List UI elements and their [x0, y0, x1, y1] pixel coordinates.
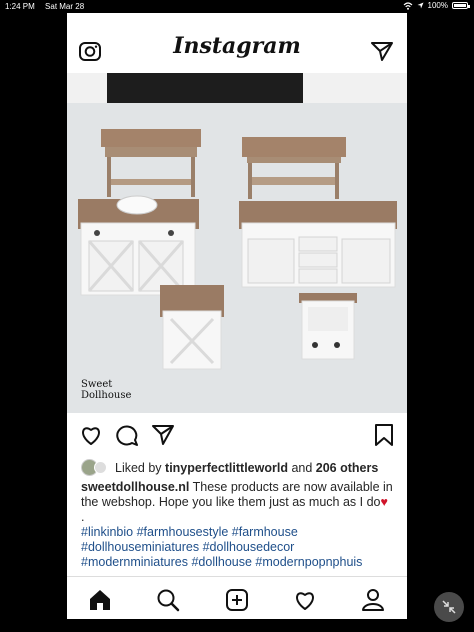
- watermark-line-1: Sweet: [81, 379, 113, 390]
- instagram-post-card: Instagram Sweet Dollhouse Liked by tinyp…: [67, 13, 407, 619]
- status-time: 1:24 PM: [5, 2, 35, 11]
- add-post-icon[interactable]: [225, 588, 249, 612]
- post-caption: sweetdollhouse.nl These products are now…: [81, 480, 399, 570]
- battery-percent: 100%: [427, 1, 448, 10]
- post-actions: [67, 423, 407, 447]
- status-bar: 1:24 PM Sat Mar 28 100%: [0, 0, 474, 13]
- activity-heart-icon[interactable]: [293, 588, 317, 612]
- battery-icon: [452, 2, 470, 9]
- caption-dot: .: [81, 510, 85, 524]
- bottom-tab-bar: [67, 576, 407, 619]
- dollhouse-furniture-photo: [67, 73, 407, 413]
- photo-watermark: Sweet Dollhouse: [81, 379, 131, 401]
- instagram-logo[interactable]: Instagram: [67, 33, 407, 59]
- hashtags-line-2[interactable]: #dollhouseminiatures #dollhousedecor: [81, 540, 399, 555]
- liked-by-user[interactable]: tinyperfectlittleworld: [165, 461, 288, 475]
- share-icon[interactable]: [151, 423, 175, 447]
- heart-emoji: ♥: [380, 495, 388, 509]
- likes-count[interactable]: 206 others: [316, 461, 379, 475]
- watermark-line-2: Dollhouse: [81, 390, 132, 401]
- comment-icon[interactable]: [115, 423, 139, 447]
- status-date: Sat Mar 28: [45, 2, 85, 11]
- likes-line: Liked by tinyperfectlittleworld and 206 …: [81, 459, 378, 476]
- bookmark-icon[interactable]: [372, 423, 396, 447]
- collapse-arrows-icon: [442, 600, 456, 614]
- app-header: Instagram: [67, 13, 407, 73]
- wifi-icon: [403, 1, 412, 10]
- search-icon[interactable]: [156, 588, 180, 612]
- collapse-zoom-button[interactable]: [434, 592, 464, 622]
- liked-by-prefix: Liked by: [115, 460, 166, 475]
- direct-message-icon[interactable]: [370, 39, 394, 63]
- liker-avatar-secondary: [94, 461, 107, 474]
- liked-by-middle: and: [287, 460, 316, 475]
- location-icon: [417, 2, 424, 9]
- caption-username[interactable]: sweetdollhouse.nl: [81, 480, 189, 494]
- hashtags-line-1[interactable]: #linkinbio #farmhousestyle #farmhouse: [81, 525, 399, 540]
- hashtags-line-3[interactable]: #modernminiatures #dollhouse #modernpopn…: [81, 555, 399, 570]
- home-icon[interactable]: [88, 588, 112, 612]
- profile-icon[interactable]: [361, 588, 385, 612]
- post-image[interactable]: Sweet Dollhouse: [67, 73, 407, 413]
- like-heart-icon[interactable]: [79, 423, 103, 447]
